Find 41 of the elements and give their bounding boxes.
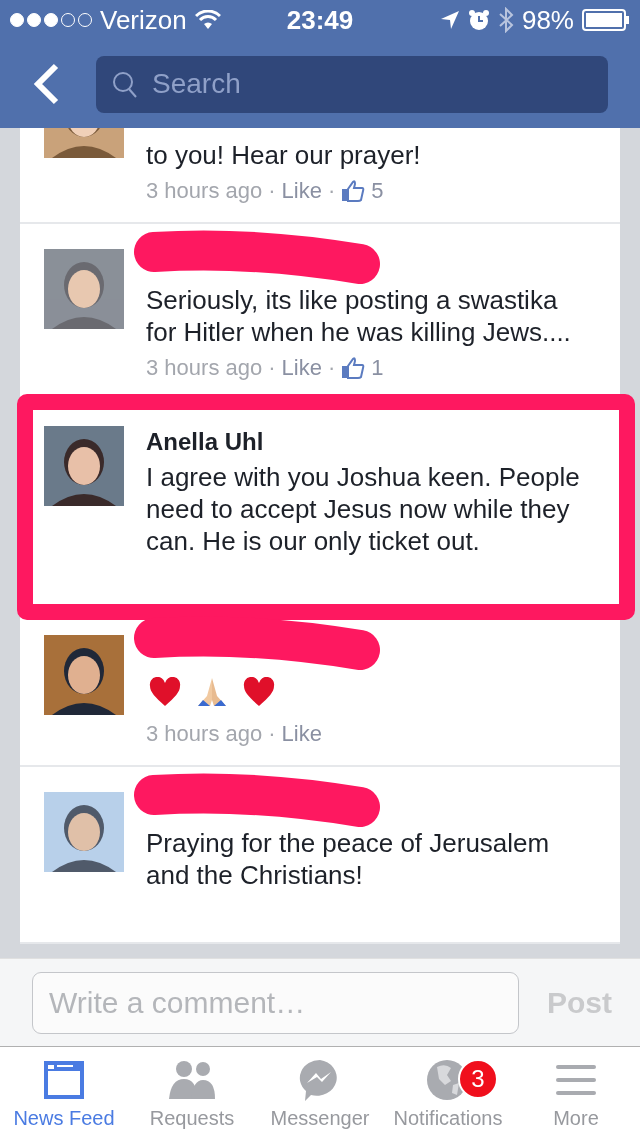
- heart-icon: [149, 677, 181, 707]
- like-link[interactable]: Like: [281, 718, 322, 750]
- requests-icon: [169, 1059, 215, 1101]
- tab[interactable]: More: [512, 1047, 640, 1136]
- separator-dot: ·: [268, 354, 276, 382]
- comment-time: 3 hours ago: [146, 177, 263, 205]
- separator-dot: ·: [327, 354, 336, 382]
- carrier-name: Verizon: [100, 4, 187, 36]
- like-count: 1: [371, 354, 384, 382]
- search-field[interactable]: Search: [96, 55, 608, 113]
- comment-field[interactable]: Write a comment…: [32, 971, 519, 1034]
- commenter-name[interactable]: Anella Uhl: [146, 426, 591, 458]
- feed-icon: [41, 1059, 87, 1101]
- battery-icon: [582, 9, 630, 31]
- comment-text: I agree with you Joshua keen. People need to accept Jesus now while they can. He is our only ticket out.: [146, 461, 581, 557]
- comment-time: 3 hours ago: [146, 720, 263, 748]
- comment-text: to you! Hear our prayer!: [146, 139, 422, 171]
- comment-text: Seriously, its like posting a swastika for Hitler when he was killing Jews....: [146, 284, 572, 348]
- bluetooth-icon: [497, 7, 514, 33]
- comment-text: Praying for the peace of Jerusalem and the Christians!: [146, 827, 551, 891]
- thumbs-up-icon: [341, 179, 366, 203]
- tab[interactable]: Requests: [128, 1047, 256, 1136]
- thumbs-up-icon: [341, 356, 366, 380]
- like-count: 5: [371, 177, 384, 205]
- tab[interactable]: Notifications 3: [384, 1047, 512, 1136]
- like-link[interactable]: Like: [281, 352, 322, 384]
- separator-dot: ·: [327, 177, 336, 205]
- separator-dot: ·: [268, 177, 276, 205]
- wifi-icon: [194, 10, 221, 30]
- comment-time: 3 hours ago: [146, 354, 263, 382]
- tab[interactable]: Messenger: [256, 1047, 384, 1136]
- separator-dot: ·: [268, 720, 276, 748]
- location-arrow-icon: [439, 10, 460, 30]
- alarm-clock-icon: [467, 9, 490, 31]
- tab[interactable]: News Feed: [0, 1047, 128, 1136]
- heart-icon: [243, 677, 275, 707]
- clock-time: 23:49: [286, 4, 354, 36]
- notification-badge: 3: [458, 1059, 498, 1099]
- search-icon: [112, 70, 138, 99]
- like-link[interactable]: Like: [281, 175, 322, 207]
- battery-percent: 98%: [521, 4, 574, 36]
